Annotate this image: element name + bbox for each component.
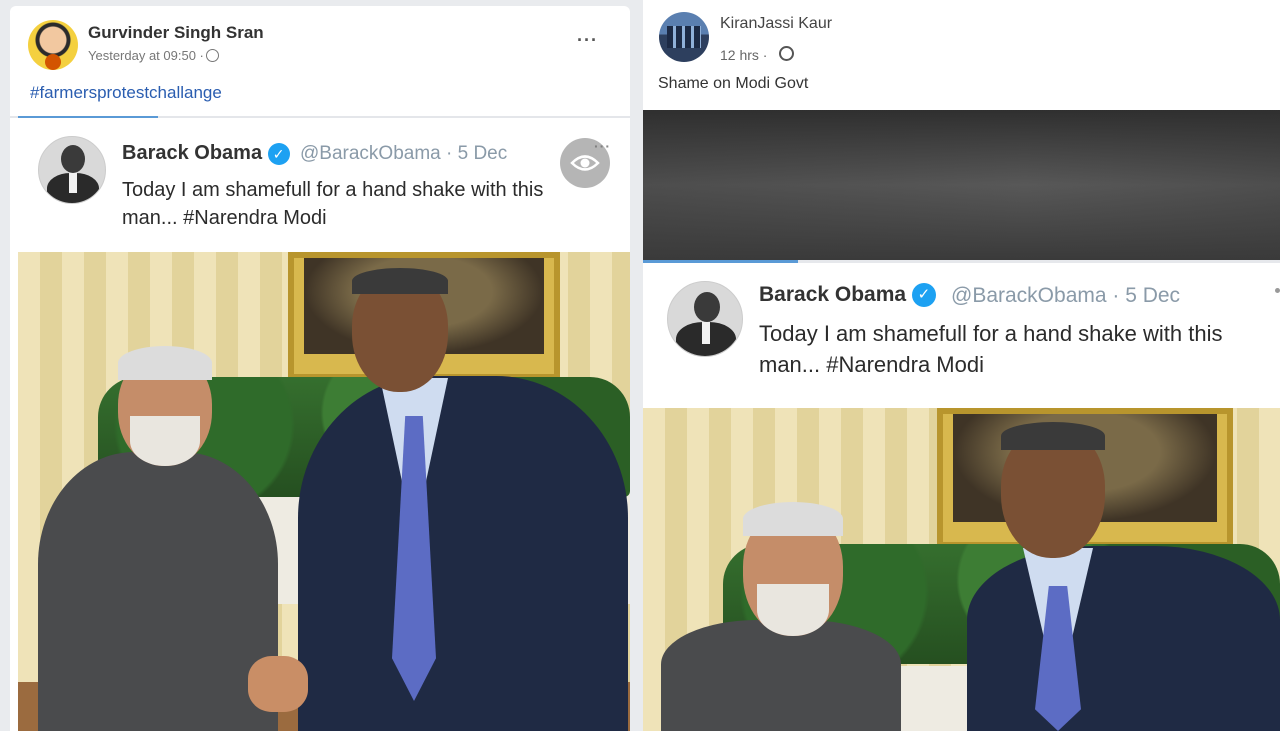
person-right	[967, 418, 1280, 731]
tweet-handle: @BarackObama · 5 Dec	[951, 284, 1181, 307]
tweet-author-line: Barack Obama ✓	[122, 142, 290, 165]
verified-icon: ✓	[267, 142, 290, 165]
blurred-media[interactable]	[643, 110, 1280, 260]
tweet-text-line: Today I am shamefull for a hand shake wi…	[122, 179, 544, 201]
author-name[interactable]: KiranJassi Kaur	[720, 15, 832, 33]
author-avatar[interactable]	[659, 12, 709, 62]
hashtag-link[interactable]: #farmersprotestchallange	[30, 83, 222, 103]
timestamp-text[interactable]: 12 hrs ·	[720, 47, 767, 63]
eye-icon[interactable]	[560, 138, 610, 188]
right-facebook-post: KiranJassi Kaur 12 hrs · Shame on Modi G…	[643, 0, 1280, 731]
author-name[interactable]: Gurvinder Singh Sran	[88, 23, 264, 43]
tweet-text-line: Today I am shamefull for a hand shake wi…	[759, 321, 1223, 346]
tweet-avatar	[38, 136, 106, 204]
post-header: Gurvinder Singh Sran Yesterday at 09:50 …	[10, 6, 630, 118]
tweet-author-name: Barack Obama	[759, 283, 907, 306]
verified-icon: ✓	[911, 283, 936, 308]
tweet-text-line: man... #Narendra Modi	[759, 351, 984, 377]
globe-icon	[779, 46, 795, 61]
tweet-avatar	[667, 281, 743, 357]
person-right	[288, 266, 630, 731]
person-left	[661, 500, 911, 731]
tweet-author-line: Barack Obama ✓	[759, 283, 936, 308]
handshake-photo[interactable]	[643, 408, 1280, 731]
tweet-author-name: Barack Obama	[122, 142, 263, 164]
embedded-tweet: Barack Obama ✓ @BarackObama · 5 Dec Toda…	[643, 263, 1280, 408]
more-options-button[interactable]: ···	[577, 30, 598, 51]
left-facebook-post: Gurvinder Singh Sran Yesterday at 09:50 …	[10, 6, 630, 731]
handshake-photo[interactable]	[18, 252, 630, 731]
post-text: Shame on Modi Govt	[658, 75, 809, 92]
tweet-handle: @BarackObama · 5 Dec	[300, 143, 508, 164]
handshake	[248, 656, 308, 712]
tweet-text-line: man... #Narendra Modi	[122, 207, 327, 229]
author-avatar[interactable]	[28, 20, 78, 70]
tweet-text: Today I am shamefull for a hand shake wi…	[759, 319, 1222, 381]
timestamp-text[interactable]: Yesterday at 09:50 ·	[88, 48, 204, 63]
globe-icon	[205, 49, 219, 62]
screenshot-collage: Gurvinder Singh Sran Yesterday at 09:50 …	[0, 0, 1280, 731]
embedded-tweet: Barack Obama ✓ @BarackObama · 5 Dec ··· …	[10, 118, 630, 252]
tweet-more-icon	[1275, 288, 1280, 293]
tweet-text: Today I am shamefull for a hand shake wi…	[122, 176, 543, 232]
post-timestamp[interactable]: 12 hrs ·	[720, 46, 795, 63]
post-timestamp[interactable]: Yesterday at 09:50 ·	[88, 48, 219, 63]
